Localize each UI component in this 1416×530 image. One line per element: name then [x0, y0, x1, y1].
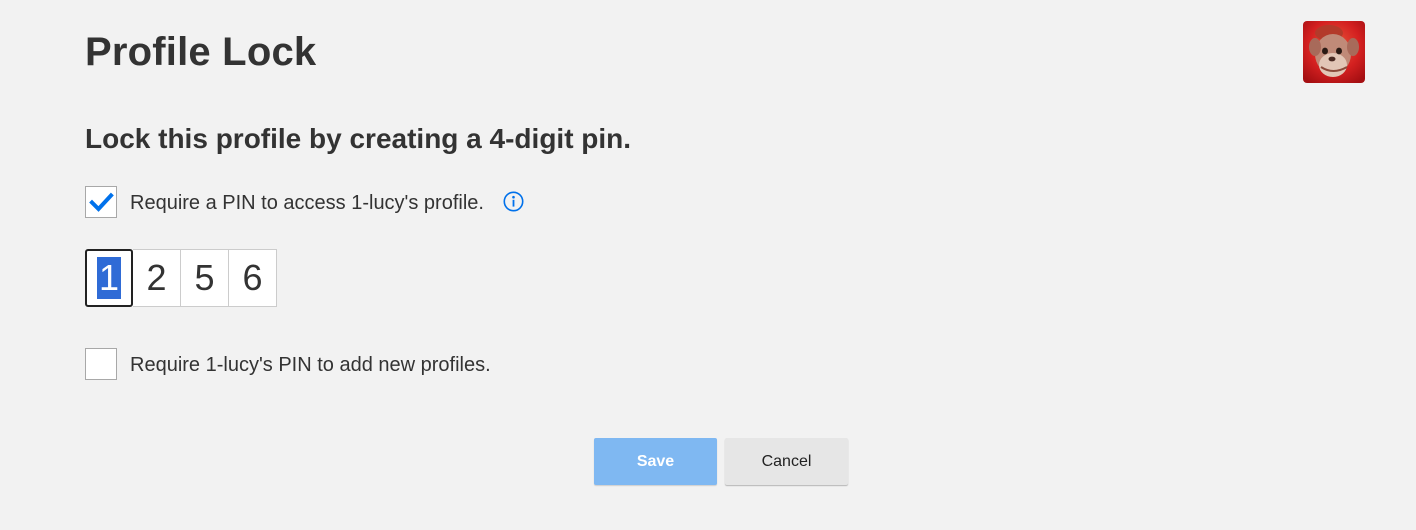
- pin-digit-2[interactable]: 2: [133, 249, 181, 307]
- pin-digit-3[interactable]: 5: [181, 249, 229, 307]
- pin-instructions: Lock this profile by creating a 4-digit …: [85, 123, 632, 154]
- checkmark-icon: [89, 192, 114, 212]
- require-pin-new-profiles-checkbox[interactable]: [85, 348, 117, 380]
- pin-digit-1-value: 1: [96, 257, 122, 299]
- cancel-button[interactable]: Cancel: [725, 438, 848, 485]
- info-icon[interactable]: [503, 191, 524, 212]
- pin-digit-3-value: 5: [194, 257, 215, 298]
- pin-digit-1[interactable]: 1: [85, 249, 133, 307]
- require-pin-new-profiles-label: Require 1-lucy's PIN to add new profiles…: [130, 354, 491, 376]
- pin-input-group: 1 2 5 6: [85, 249, 277, 307]
- page-title: Profile Lock: [85, 30, 317, 74]
- require-pin-checkbox[interactable]: [85, 186, 117, 218]
- pin-digit-2-value: 2: [146, 257, 167, 298]
- profile-avatar-icon: [1303, 21, 1365, 83]
- require-pin-label: Require a PIN to access 1-lucy's profile…: [130, 192, 484, 214]
- pin-digit-4-value: 6: [242, 257, 263, 298]
- profile-lock-page: Profile Lock Lock this profile by creati…: [0, 0, 1416, 530]
- pin-digit-4[interactable]: 6: [229, 249, 277, 307]
- save-button[interactable]: Save: [594, 438, 717, 485]
- avatar[interactable]: [1303, 21, 1365, 83]
